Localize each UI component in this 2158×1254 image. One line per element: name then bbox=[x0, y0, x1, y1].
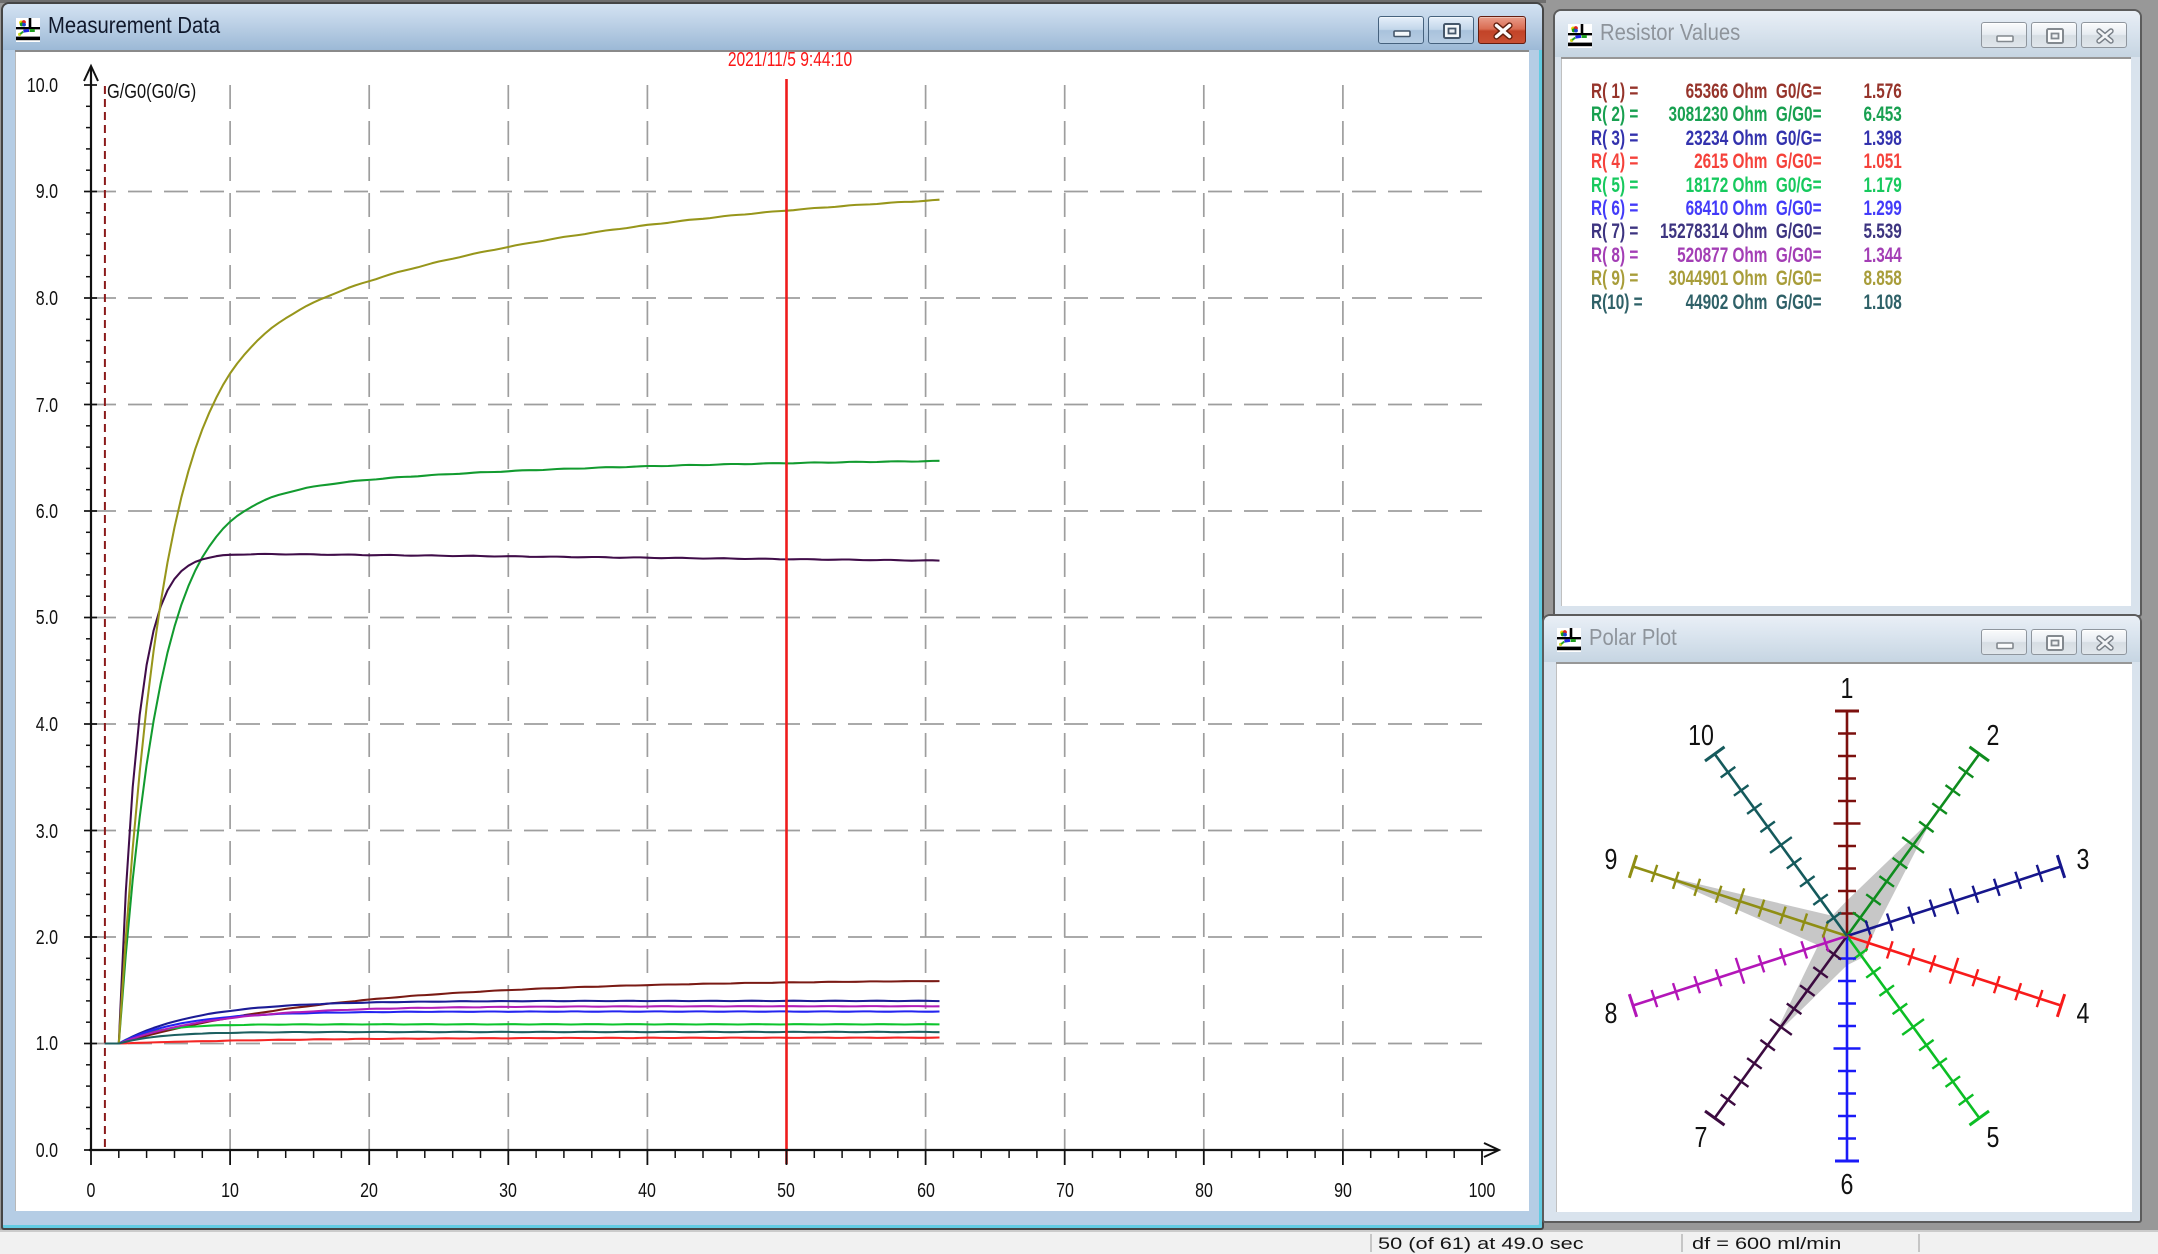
svg-text:1.0: 1.0 bbox=[36, 1031, 58, 1054]
svg-text:90: 90 bbox=[1334, 1178, 1352, 1201]
svg-text:5.0: 5.0 bbox=[36, 605, 58, 628]
svg-text:G/G0(G0/G): G/G0(G0/G) bbox=[107, 79, 196, 102]
svg-text:100: 100 bbox=[1469, 1178, 1496, 1201]
svg-text:3: 3 bbox=[2077, 842, 2090, 875]
svg-text:7.0: 7.0 bbox=[36, 393, 58, 416]
svg-text:1: 1 bbox=[1841, 671, 1854, 704]
svg-text:4: 4 bbox=[2077, 996, 2090, 1029]
svg-text:30: 30 bbox=[499, 1178, 517, 1201]
svg-text:10: 10 bbox=[221, 1178, 239, 1201]
svg-text:50: 50 bbox=[777, 1178, 795, 1201]
svg-text:8: 8 bbox=[1605, 996, 1618, 1029]
svg-text:20: 20 bbox=[360, 1178, 378, 1201]
svg-text:4.0: 4.0 bbox=[36, 712, 58, 735]
svg-text:80: 80 bbox=[1195, 1178, 1213, 1201]
svg-text:10: 10 bbox=[1688, 718, 1714, 751]
svg-text:5: 5 bbox=[1987, 1120, 2000, 1153]
svg-text:9: 9 bbox=[1605, 842, 1618, 875]
svg-text:8.0: 8.0 bbox=[36, 286, 58, 309]
svg-text:9.0: 9.0 bbox=[36, 179, 58, 202]
svg-text:40: 40 bbox=[638, 1178, 656, 1201]
svg-text:7: 7 bbox=[1695, 1120, 1708, 1153]
svg-text:6.0: 6.0 bbox=[36, 499, 58, 522]
svg-text:10.0: 10.0 bbox=[27, 73, 58, 96]
svg-text:70: 70 bbox=[1056, 1178, 1074, 1201]
svg-text:2.0: 2.0 bbox=[36, 925, 58, 948]
svg-text:3.0: 3.0 bbox=[36, 819, 58, 842]
svg-text:0.0: 0.0 bbox=[36, 1138, 58, 1161]
svg-text:0: 0 bbox=[87, 1178, 96, 1201]
svg-text:6: 6 bbox=[1841, 1167, 1854, 1200]
svg-text:60: 60 bbox=[917, 1178, 935, 1201]
svg-text:2021/11/5 9:44:10: 2021/11/5 9:44:10 bbox=[728, 52, 852, 71]
svg-text:2: 2 bbox=[1987, 718, 2000, 751]
